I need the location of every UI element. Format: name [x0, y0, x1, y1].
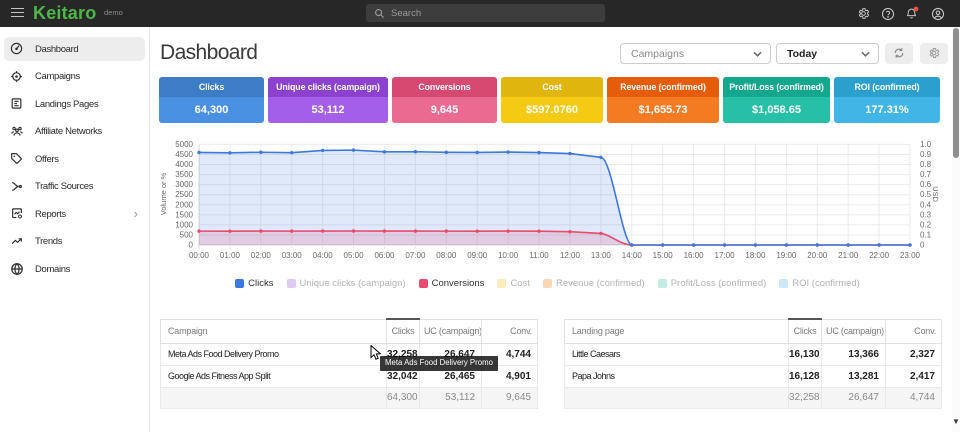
svg-text:11:00: 11:00: [529, 251, 549, 260]
svg-text:0.5: 0.5: [920, 190, 932, 199]
svg-text:09:00: 09:00: [467, 251, 488, 260]
svg-text:01:00: 01:00: [220, 251, 241, 260]
svg-text:14:00: 14:00: [622, 251, 643, 260]
svg-text:00:00: 00:00: [189, 251, 210, 260]
svg-text:12:00: 12:00: [560, 251, 581, 260]
svg-text:USD: USD: [931, 186, 940, 202]
svg-text:2500: 2500: [175, 190, 193, 199]
svg-text:06:00: 06:00: [374, 251, 395, 260]
svg-text:3500: 3500: [175, 170, 193, 179]
svg-text:13:00: 13:00: [591, 251, 612, 260]
svg-text:500: 500: [180, 230, 194, 239]
svg-text:4000: 4000: [175, 160, 193, 169]
svg-text:0.3: 0.3: [920, 210, 932, 219]
svg-text:18:00: 18:00: [745, 251, 766, 260]
svg-text:0.8: 0.8: [920, 160, 932, 169]
svg-text:0.9: 0.9: [920, 150, 932, 159]
svg-text:04:00: 04:00: [313, 251, 334, 260]
svg-text:17:00: 17:00: [715, 251, 736, 260]
svg-text:5000: 5000: [175, 140, 193, 149]
svg-text:1000: 1000: [175, 220, 193, 229]
svg-text:15:00: 15:00: [653, 251, 674, 260]
svg-text:21:00: 21:00: [838, 251, 859, 260]
svg-text:22:00: 22:00: [869, 251, 890, 260]
svg-text:23:00: 23:00: [900, 251, 921, 260]
svg-text:1.0: 1.0: [920, 140, 932, 149]
svg-text:3000: 3000: [175, 180, 193, 189]
svg-text:08:00: 08:00: [436, 251, 457, 260]
svg-text:19:00: 19:00: [776, 251, 797, 260]
svg-text:0.6: 0.6: [920, 180, 932, 189]
svg-text:20:00: 20:00: [807, 251, 828, 260]
svg-text:4500: 4500: [175, 150, 193, 159]
svg-text:10:00: 10:00: [498, 251, 519, 260]
svg-text:0.1: 0.1: [920, 230, 932, 239]
svg-text:0: 0: [920, 241, 925, 250]
svg-text:0.4: 0.4: [920, 200, 932, 209]
svg-text:0.7: 0.7: [920, 170, 932, 179]
svg-text:0: 0: [189, 241, 194, 250]
svg-text:1500: 1500: [175, 210, 193, 219]
svg-text:0.2: 0.2: [920, 220, 932, 229]
svg-text:07:00: 07:00: [405, 251, 426, 260]
svg-text:03:00: 03:00: [282, 251, 303, 260]
svg-text:05:00: 05:00: [344, 251, 365, 260]
svg-text:2000: 2000: [175, 200, 193, 209]
svg-text:Volume or %: Volume or %: [159, 172, 168, 215]
svg-text:02:00: 02:00: [251, 251, 272, 260]
svg-text:16:00: 16:00: [684, 251, 705, 260]
